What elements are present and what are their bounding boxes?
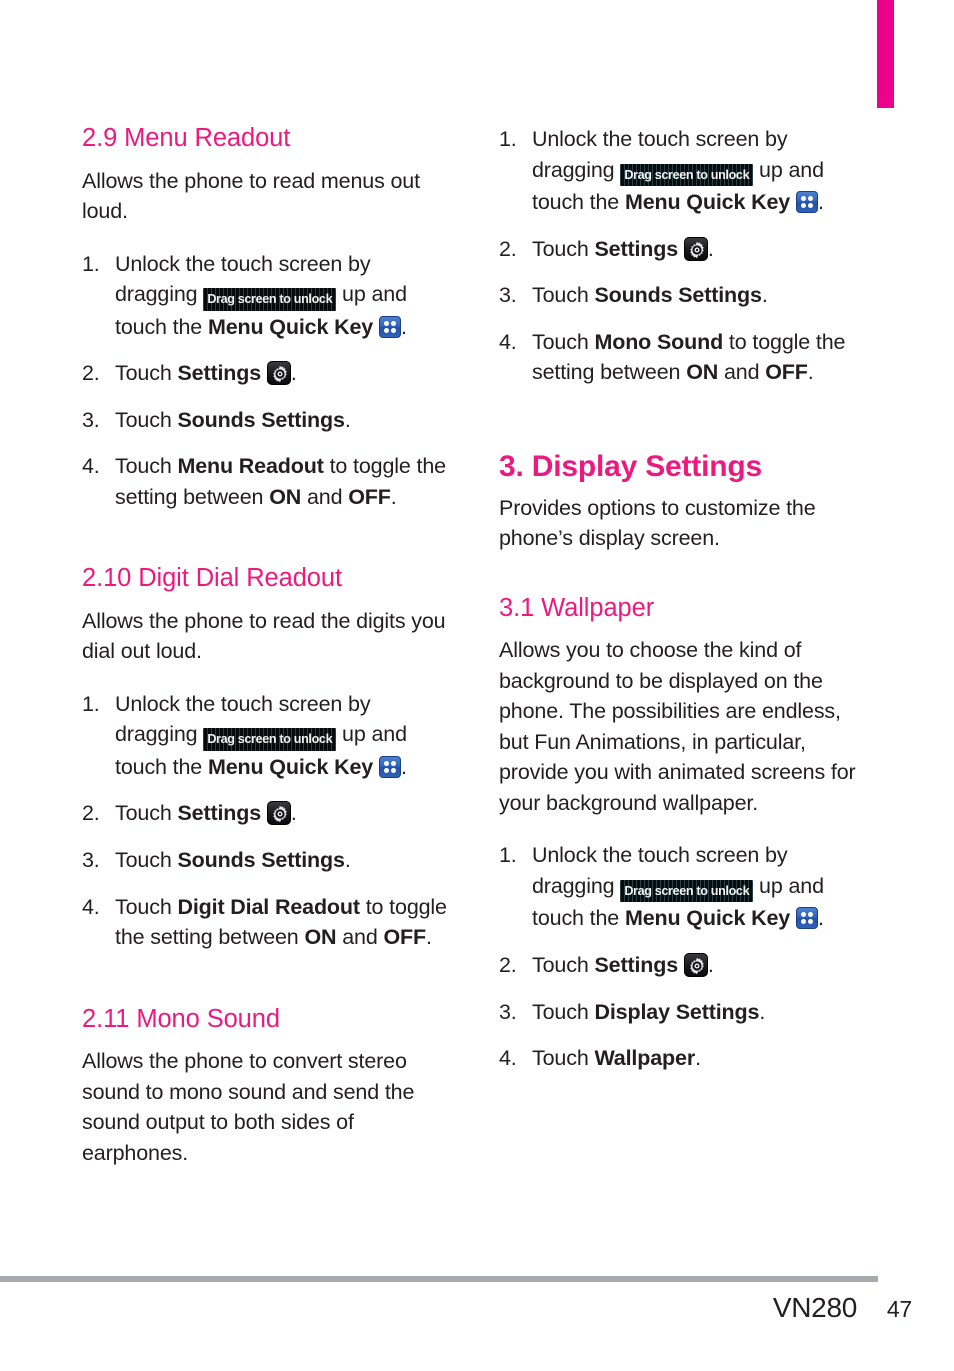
footer-divider	[0, 1276, 878, 1282]
step-emphasis: Settings	[594, 236, 679, 261]
step-number: 2.	[82, 801, 100, 826]
step-item: 2. Touch Settings .	[82, 358, 457, 389]
intro-mono-sound: Allows the phone to convert stereo sound…	[82, 1049, 415, 1165]
step-emphasis: Settings	[177, 361, 262, 386]
step-emphasis: Digit Dial Readout	[177, 894, 360, 919]
steps-menu-readout: 1. Unlock the touch screen by dragging Dr…	[82, 249, 457, 513]
heading-digit-dial-readout: 2.10 Digit Dial Readout	[82, 564, 342, 593]
step-number: 4.	[499, 1046, 517, 1071]
step-number: 4.	[82, 454, 100, 479]
step-emphasis: Wallpaper	[594, 1046, 696, 1071]
step-number: 2.	[499, 236, 517, 261]
footer-model-name: VN280	[772, 1292, 857, 1323]
settings-gear-icon	[683, 236, 708, 261]
step-number: 3.	[82, 847, 100, 872]
manual-page: 2.9 Menu Readout Allows the phone to rea…	[0, 0, 954, 1371]
menu-quick-key-icon	[795, 907, 818, 930]
step-number: 1.	[499, 843, 517, 868]
step-emphasis: ON	[686, 360, 719, 385]
drag-screen-to-unlock-badge: Drag screen to unlock	[620, 164, 753, 187]
step-number: 3.	[499, 999, 517, 1024]
heading-menu-readout: 2.9 Menu Readout	[82, 124, 291, 152]
page-number: 47	[886, 1296, 912, 1322]
steps-wallpaper: 1. Unlock the touch screen by dragging Dr…	[499, 840, 874, 1073]
section-tab-marker	[877, 0, 894, 108]
step-number: 3.	[499, 283, 517, 308]
drag-screen-to-unlock-badge: Drag screen to unlock	[203, 728, 336, 751]
drag-screen-to-unlock-label: Drag screen to unlock	[207, 732, 333, 747]
settings-gear-icon	[683, 952, 708, 977]
drag-screen-to-unlock-label: Drag screen to unlock	[207, 292, 333, 307]
heading-wallpaper: 3.1 Wallpaper	[499, 593, 655, 622]
step-item: 2. Touch Settings .	[499, 950, 874, 981]
step-emphasis: OFF	[348, 484, 391, 509]
step-emphasis: ON	[304, 925, 337, 950]
intro-display-settings: Provides options to customize the phone’…	[499, 495, 816, 551]
step-number: 1.	[82, 691, 100, 716]
step-emphasis: Display Settings	[594, 999, 760, 1024]
step-item: 1. Unlock the touch screen by dragging Dr…	[82, 689, 457, 783]
menu-quick-key-icon	[795, 191, 818, 214]
step-emphasis: Mono Sound	[594, 329, 724, 354]
drag-screen-to-unlock-badge: Drag screen to unlock	[620, 880, 753, 903]
steps-mono-sound: 1. Unlock the touch screen by dragging Dr…	[499, 124, 874, 388]
left-column: 2.9 Menu Readout Allows the phone to rea…	[82, 124, 457, 1190]
heading-mono-sound: 2.11 Mono Sound	[82, 1004, 280, 1033]
menu-quick-key-icon	[378, 315, 401, 338]
step-item: 2. Touch Settings .	[499, 234, 874, 265]
right-column: 1. Unlock the touch screen by dragging Dr…	[499, 124, 874, 1096]
step-emphasis: Menu Readout	[177, 454, 324, 479]
step-number: 4.	[82, 894, 100, 919]
step-item: 4. Touch Mono Sound to toggle the setting…	[499, 327, 874, 388]
step-item: 3. Touch Sounds Settings.	[82, 405, 457, 436]
step-emphasis: Sounds Settings	[177, 407, 345, 432]
step-emphasis: Menu Quick Key	[624, 906, 791, 931]
settings-gear-icon	[266, 801, 291, 826]
step-emphasis: Menu Quick Key	[624, 190, 791, 215]
step-emphasis: OFF	[765, 360, 808, 385]
steps-digit-dial-readout: 1. Unlock the touch screen by dragging Dr…	[82, 689, 457, 953]
drag-screen-to-unlock-label: Drag screen to unlock	[624, 883, 750, 898]
drag-screen-to-unlock-badge: Drag screen to unlock	[203, 288, 336, 311]
heading-display-settings: 3. Display Settings	[499, 449, 762, 483]
step-item: 3. Touch Sounds Settings.	[82, 845, 457, 876]
intro-digit-dial-readout: Allows the phone to read the digits you …	[82, 608, 446, 664]
step-emphasis: Settings	[177, 801, 262, 826]
step-item: 1. Unlock the touch screen by dragging Dr…	[499, 840, 874, 934]
step-item: 3. Touch Display Settings.	[499, 997, 874, 1028]
step-item: 4. Touch Menu Readout to toggle the setti…	[82, 451, 457, 512]
step-emphasis: ON	[269, 484, 302, 509]
menu-quick-key-icon	[378, 755, 401, 778]
step-number: 4.	[499, 329, 517, 354]
step-emphasis: Sounds Settings	[177, 847, 345, 872]
step-emphasis: OFF	[383, 925, 427, 950]
step-item: 3. Touch Sounds Settings.	[499, 280, 874, 311]
step-number: 3.	[82, 407, 100, 432]
intro-wallpaper: Allows you to choose the kind of backgro…	[499, 638, 856, 815]
step-number: 2.	[82, 361, 100, 386]
step-emphasis: Menu Quick Key	[207, 754, 374, 779]
step-number: 2.	[499, 952, 517, 977]
step-item: 4. Touch Digit Dial Readout to toggle the…	[82, 892, 457, 953]
intro-menu-readout: Allows the phone to read menus out loud.	[82, 168, 420, 224]
step-emphasis: Menu Quick Key	[207, 314, 374, 339]
step-emphasis: Settings	[594, 952, 679, 977]
step-item: 4. Touch Wallpaper.	[499, 1043, 874, 1074]
settings-gear-icon	[266, 361, 291, 386]
drag-screen-to-unlock-label: Drag screen to unlock	[624, 167, 750, 182]
step-emphasis: Sounds Settings	[594, 283, 762, 308]
step-item: 2. Touch Settings .	[82, 798, 457, 829]
step-number: 1.	[499, 127, 517, 151]
step-number: 1.	[82, 251, 100, 276]
step-item: 1. Unlock the touch screen by dragging Dr…	[499, 124, 874, 218]
step-item: 1. Unlock the touch screen by dragging Dr…	[82, 249, 457, 343]
